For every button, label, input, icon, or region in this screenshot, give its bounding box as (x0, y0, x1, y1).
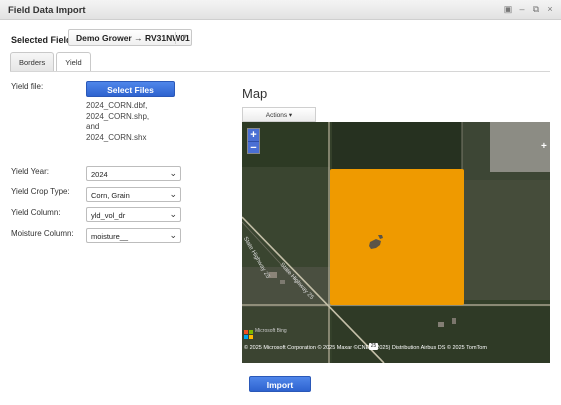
selected-field-dropdown[interactable]: Demo Grower → RV31NW01 ▾ (68, 29, 192, 46)
yield-year-select[interactable]: 2024 ⌄ (86, 166, 181, 181)
moisture-column-select[interactable]: moisture__ ⌄ (86, 228, 181, 243)
close-icon[interactable]: × (545, 4, 555, 15)
map-view[interactable] (242, 122, 550, 363)
yield-file-label: Yield file: (11, 82, 44, 91)
selected-field-label: Selected Field: (11, 35, 75, 45)
tab-divider (10, 71, 550, 72)
file-name: and (86, 122, 100, 131)
satellite-imagery (242, 122, 550, 363)
map-provider-text: Microsoft Bing (255, 328, 287, 334)
chevron-down-icon: ⌄ (169, 168, 177, 178)
dropdown-divider (175, 32, 176, 44)
yield-crop-type-select[interactable]: Corn, Grain ⌄ (86, 187, 181, 202)
file-name: 2024_CORN.shx (86, 132, 147, 142)
pin-icon[interactable]: ▣ (503, 4, 513, 15)
window-titlebar: Field Data Import ▣ – ⧉ × (0, 0, 561, 20)
map-zoom-control: + − (247, 128, 260, 154)
file-name: 2024_CORN.shp, (86, 111, 150, 121)
select-files-button[interactable]: Select Files (86, 81, 175, 97)
minimize-icon[interactable]: – (517, 4, 527, 15)
chevron-down-icon: ⌄ (169, 230, 177, 240)
tab-yield[interactable]: Yield (56, 52, 91, 71)
selected-files-list: 2024_CORN.dbf, 2024_CORN.shp, and 2024_C… (86, 101, 149, 143)
map-actions-button[interactable]: Actions ▾ (242, 107, 316, 122)
chevron-down-icon: ⌄ (169, 209, 177, 219)
import-button[interactable]: Import (249, 376, 311, 392)
yield-year-label: Yield Year: (11, 167, 49, 176)
tab-borders[interactable]: Borders (10, 52, 55, 71)
zoom-out-button[interactable]: − (248, 141, 259, 154)
map-title: Map (242, 86, 268, 101)
moisture-column-label: Moisture Column: (11, 229, 74, 238)
yield-column-label: Yield Column: (11, 208, 61, 217)
yield-crop-type-value: Corn, Grain (91, 191, 130, 200)
window-title: Field Data Import (8, 5, 86, 16)
microsoft-logo (244, 330, 253, 339)
chevron-down-icon: ⌄ (169, 189, 177, 199)
yield-crop-type-label: Yield Crop Type: (11, 187, 70, 196)
zoom-in-button[interactable]: + (248, 129, 259, 141)
restore-icon[interactable]: ⧉ (531, 4, 541, 15)
window-controls: ▣ – ⧉ × (503, 4, 555, 15)
tab-bar: Borders Yield (10, 52, 93, 71)
yield-column-select[interactable]: yld_vol_dr ⌄ (86, 207, 181, 222)
yield-column-value: yld_vol_dr (91, 211, 126, 220)
chevron-down-icon: ▾ (182, 32, 187, 41)
moisture-column-value: moisture__ (91, 232, 129, 241)
road-number-badge: 25 (369, 343, 378, 350)
map-attribution: © 2025 Microsoft Corporation © 2025 Maxa… (244, 345, 487, 351)
selected-field-value: Demo Grower → RV31NW01 (76, 33, 190, 43)
map-side-plus-button[interactable]: + (541, 142, 549, 152)
yield-year-value: 2024 (91, 170, 108, 179)
file-name: 2024_CORN.dbf, (86, 101, 148, 110)
